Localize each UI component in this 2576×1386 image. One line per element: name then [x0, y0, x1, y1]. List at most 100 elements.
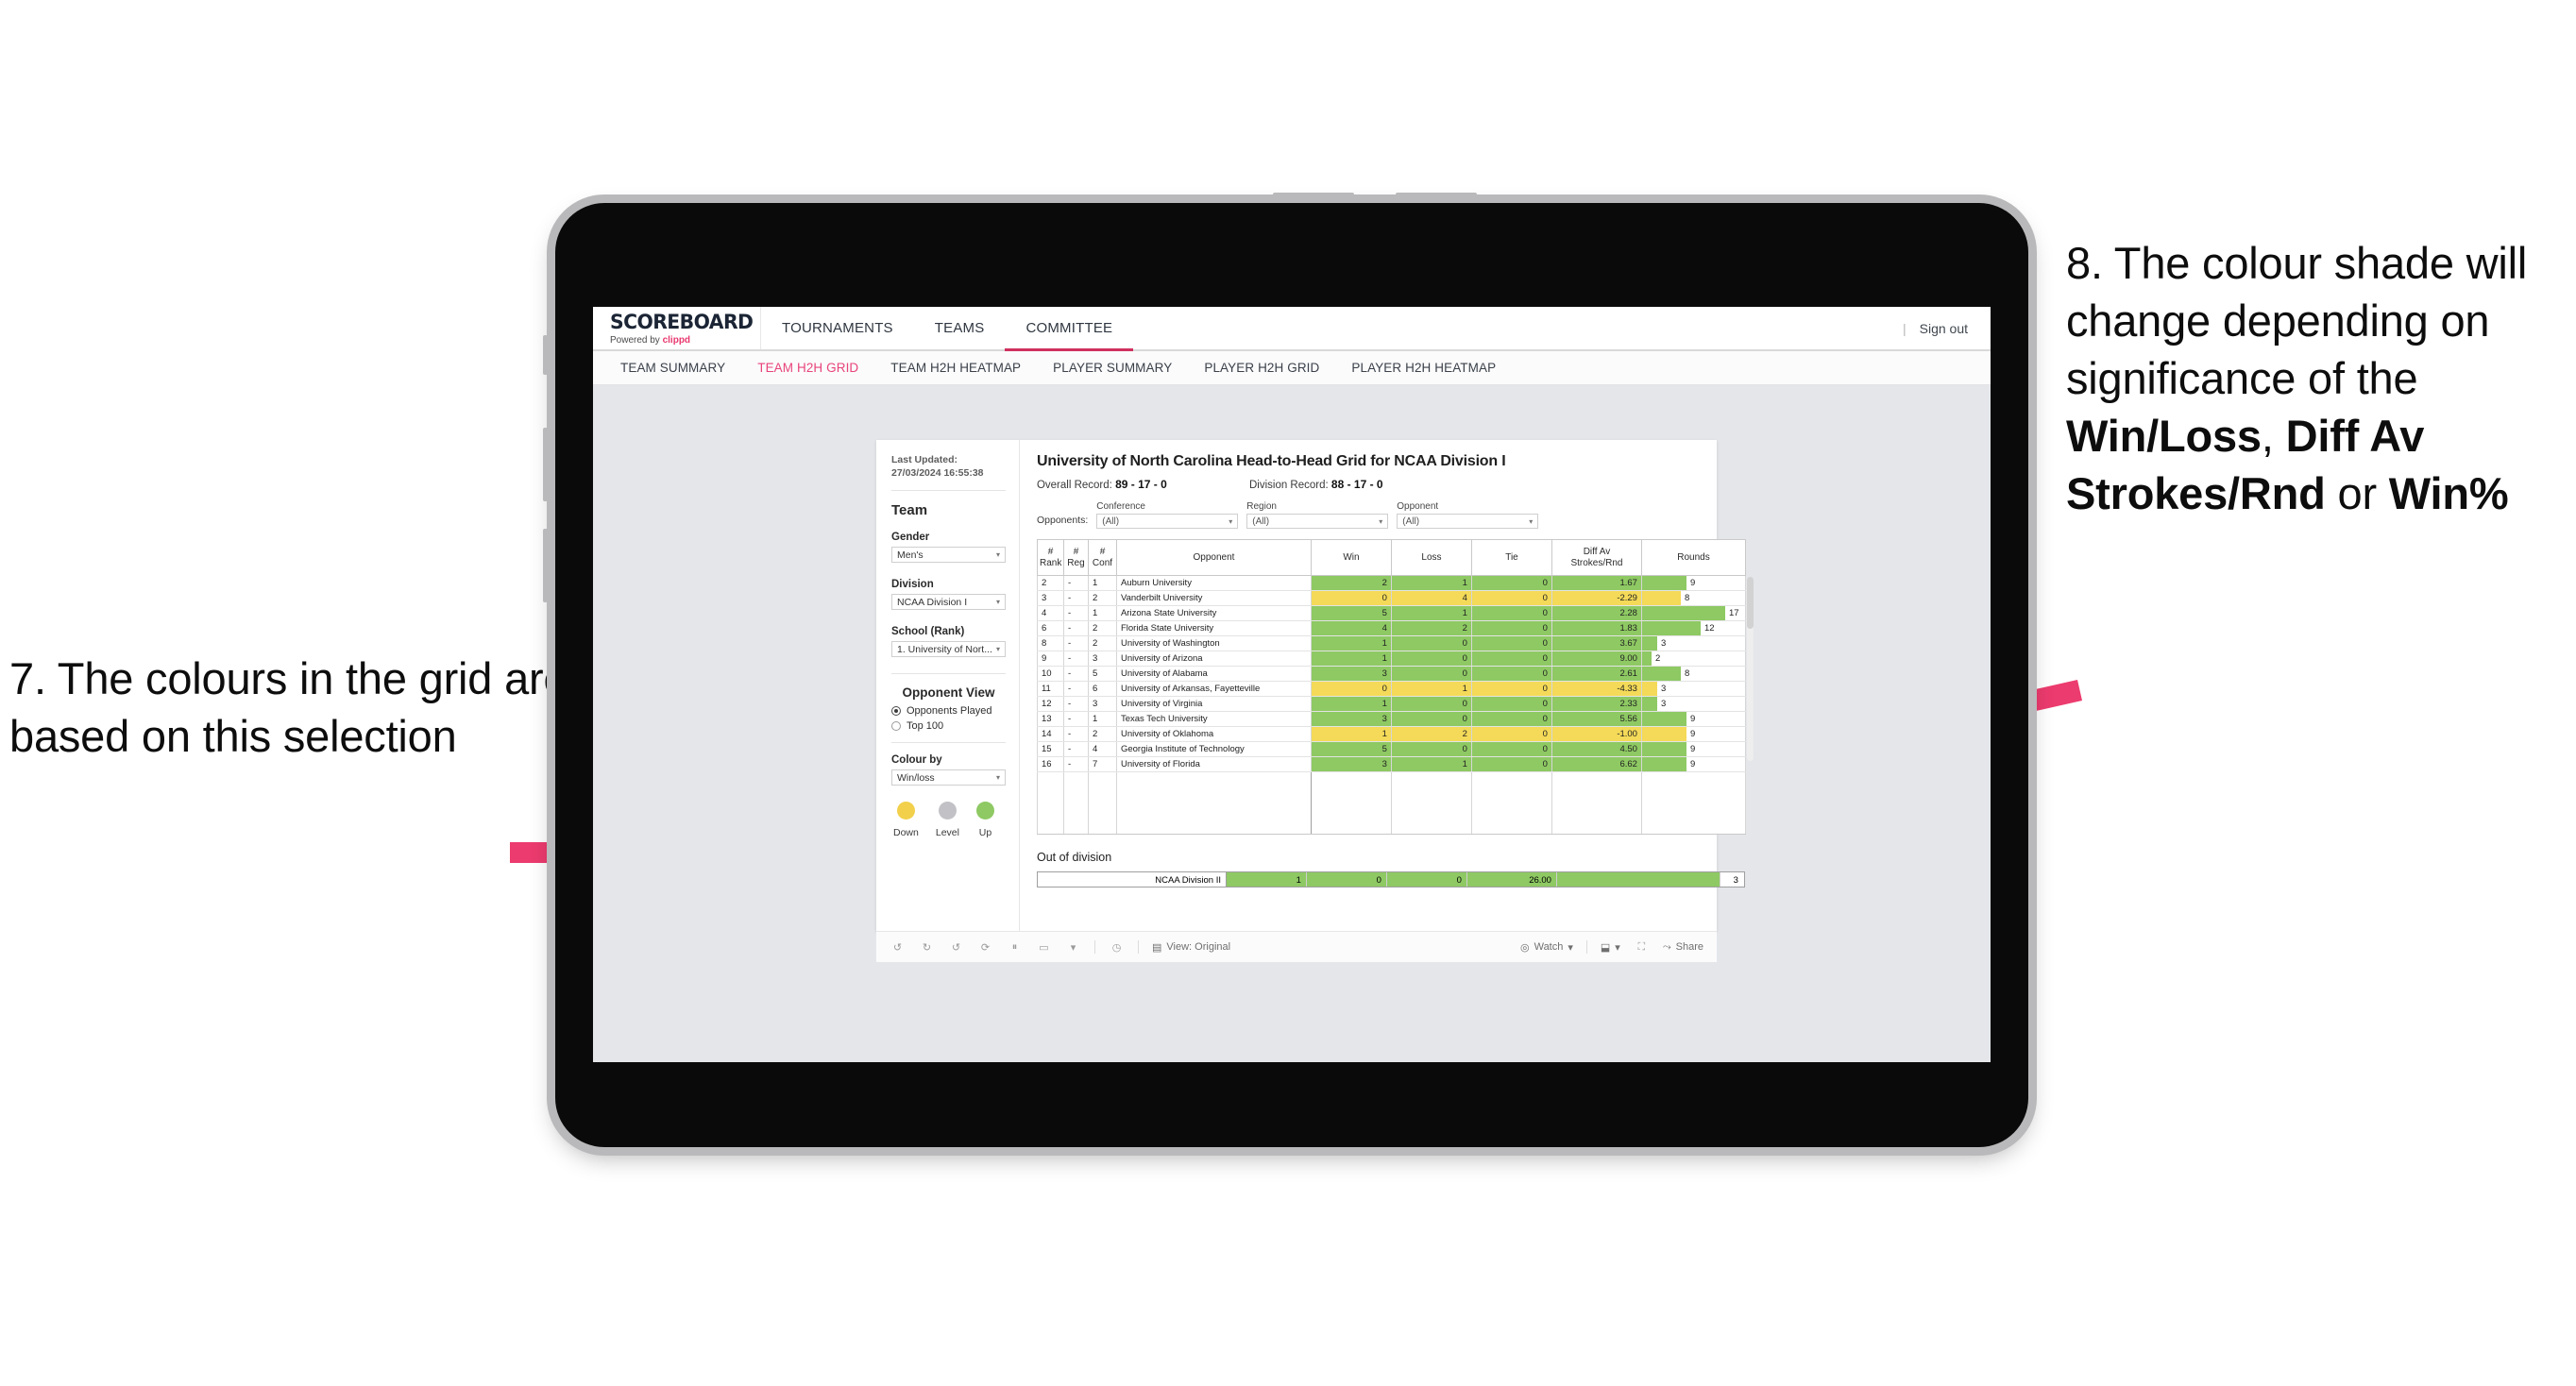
rounds-bar — [1642, 682, 1657, 696]
brand-powered-prefix: Powered by — [610, 335, 663, 346]
cell-win: 3 — [1310, 756, 1392, 772]
radio-top-100[interactable]: Top 100 — [891, 720, 1006, 732]
cell-rounds: 3 — [1640, 681, 1746, 697]
filter-region-select[interactable]: (All) ▾ — [1246, 514, 1389, 529]
share-button[interactable]: ⤳ Share — [1663, 941, 1703, 954]
col-win[interactable]: Win — [1310, 539, 1392, 576]
col-rank[interactable]: # Rank — [1036, 539, 1064, 576]
cell-loss: 0 — [1390, 741, 1472, 757]
zoom-icon[interactable]: ▭ — [1036, 939, 1052, 955]
signout-link[interactable]: Sign out — [1920, 321, 1968, 336]
cell-reg: - — [1062, 666, 1089, 682]
scrollbar-thumb[interactable] — [1746, 577, 1754, 629]
table-row[interactable]: 9-3 University of Arizona 1 0 0 9.00 2 — [1036, 651, 1746, 667]
cell-opponent: University of Arizona — [1115, 651, 1312, 667]
table-row[interactable]: 15-4 Georgia Institute of Technology 5 0 0 4.… — [1036, 741, 1746, 757]
col-tie[interactable]: Tie — [1470, 539, 1552, 576]
tab-team-h2h-heatmap[interactable]: TEAM H2H HEATMAP — [874, 361, 1037, 375]
table-row[interactable]: 16-7 University of Florida 3 1 0 6.62 9 — [1036, 756, 1746, 772]
tab-player-summary[interactable]: PLAYER SUMMARY — [1037, 361, 1188, 375]
undo-icon[interactable]: ↺ — [890, 939, 906, 955]
table-row[interactable]: 12-3 University of Virginia 1 0 0 2.33 3 — [1036, 696, 1746, 712]
help-icon[interactable]: ◷ — [1109, 939, 1125, 955]
cell-rank: 10 — [1036, 666, 1064, 682]
cell-reg: - — [1062, 756, 1089, 772]
filter-conference-label: Conference — [1096, 501, 1145, 512]
table-row[interactable]: 2-1 Auburn University 2 1 0 1.67 9 — [1036, 575, 1746, 591]
rounds-bar — [1642, 667, 1681, 681]
dropdown-caret-icon[interactable]: ▾ — [1065, 939, 1081, 955]
share-icon: ⤳ — [1662, 940, 1671, 953]
tab-team-summary[interactable]: TEAM SUMMARY — [604, 361, 741, 375]
cell-diff-av-strokes: 4.50 — [1551, 741, 1642, 757]
filler-cell — [1062, 771, 1089, 835]
revert-icon[interactable]: ↺ — [948, 939, 964, 955]
download-button[interactable]: ⬓ ▾ — [1601, 941, 1620, 954]
toolbar-divider — [1094, 940, 1095, 954]
table-row[interactable]: 3-2 Vanderbilt University 0 4 0 -2.29 8 — [1036, 590, 1746, 606]
col-loss[interactable]: Loss — [1390, 539, 1472, 576]
gender-select[interactable]: Men's ▾ — [891, 547, 1006, 564]
rounds-bar — [1642, 727, 1686, 741]
tab-player-h2h-grid[interactable]: PLAYER H2H GRID — [1188, 361, 1335, 375]
ood-rounds-value: 3 — [1733, 875, 1738, 886]
division-select[interactable]: NCAA Division I ▾ — [891, 594, 1006, 611]
col-rounds[interactable]: Rounds — [1640, 539, 1746, 576]
topnav-item-committee[interactable]: COMMITTEE — [1005, 307, 1134, 351]
table-row[interactable]: 8-2 University of Washington 1 0 0 3.67 3 — [1036, 635, 1746, 651]
cell-win: 0 — [1310, 590, 1392, 606]
watch-button[interactable]: ◎ Watch ▾ — [1520, 941, 1573, 954]
fullscreen-icon[interactable]: ⛶ — [1634, 939, 1650, 955]
table-row[interactable]: 6-2 Florida State University 4 2 0 1.83 12 — [1036, 620, 1746, 636]
annotation-8: 8. The colour shade will change dependin… — [2066, 234, 2576, 522]
cell-conf: 2 — [1087, 726, 1117, 742]
rounds-value: 9 — [1689, 578, 1696, 588]
col-conf[interactable]: # Conf — [1087, 539, 1117, 576]
h2h-table-head: # Rank # Reg # Conf Opponent Win Loss Tie D… — [1036, 539, 1746, 576]
tab-team-h2h-grid[interactable]: TEAM H2H GRID — [741, 361, 874, 375]
chevron-down-icon: ▾ — [995, 773, 1000, 783]
rounds-bar — [1642, 697, 1657, 711]
col-opponent[interactable]: Opponent — [1115, 539, 1312, 576]
rounds-value: 2 — [1654, 653, 1661, 664]
table-row[interactable]: 4-1 Arizona State University 5 1 0 2.28 17 — [1036, 605, 1746, 621]
school-select[interactable]: 1. University of Nort... ▾ — [891, 641, 1006, 658]
chevron-down-icon: ▾ — [995, 645, 1000, 654]
cell-opponent: University of Alabama — [1115, 666, 1312, 682]
overall-record: Overall Record: 89 - 17 - 0 — [1037, 478, 1249, 491]
cell-rank: 13 — [1036, 711, 1064, 727]
pause-icon[interactable]: ⏸ — [1007, 939, 1023, 955]
table-row[interactable]: 11-6 University of Arkansas, Fayetteville… — [1036, 681, 1746, 697]
topnav-item-tournaments[interactable]: TOURNAMENTS — [761, 307, 914, 349]
filter-opponent-select[interactable]: (All) ▾ — [1397, 514, 1539, 529]
topnav-item-teams[interactable]: TEAMS — [914, 307, 1006, 349]
cell-opponent: Auburn University — [1115, 575, 1312, 591]
legend-label-down: Down — [893, 827, 919, 839]
tab-player-h2h-heatmap[interactable]: PLAYER H2H HEATMAP — [1335, 361, 1512, 375]
view-original-button[interactable]: ▤ View: Original — [1152, 941, 1230, 954]
table-vertical-scrollbar[interactable] — [1746, 577, 1754, 761]
viz-bottom-toolbar: ↺ ↻ ↺ ⟳ ⏸ ▭ ▾ ◷ ▤ View: Original ◎ Watch… — [876, 931, 1717, 962]
cell-reg: - — [1062, 726, 1089, 742]
division-record: Division Record: 88 - 17 - 0 — [1249, 478, 1462, 491]
cell-conf: 3 — [1087, 696, 1117, 712]
filter-conference-value: (All) — [1102, 516, 1120, 527]
cell-tie: 0 — [1470, 726, 1552, 742]
col-diff-av-strokes[interactable]: Diff Av Strokes/Rnd — [1551, 539, 1642, 576]
download-icon: ⬓ — [1600, 941, 1611, 954]
cell-reg: - — [1062, 741, 1089, 757]
table-row[interactable]: 10-5 University of Alabama 3 0 0 2.61 8 — [1036, 666, 1746, 682]
cell-rounds: 8 — [1640, 666, 1746, 682]
table-row[interactable]: 14-2 University of Oklahoma 1 2 0 -1.00 9 — [1036, 726, 1746, 742]
overall-record-value: 89 - 17 - 0 — [1115, 478, 1167, 491]
radio-opponents-played[interactable]: Opponents Played — [891, 705, 1006, 717]
col-reg[interactable]: # Reg — [1062, 539, 1089, 576]
rounds-value: 3 — [1660, 699, 1667, 709]
table-row[interactable]: 13-1 Texas Tech University 3 0 0 5.56 9 — [1036, 711, 1746, 727]
cell-opponent: University of Virginia — [1115, 696, 1312, 712]
filter-conference-select[interactable]: (All) ▾ — [1096, 514, 1239, 529]
cell-rank: 4 — [1036, 605, 1064, 621]
refresh-icon[interactable]: ⟳ — [977, 939, 993, 955]
redo-icon[interactable]: ↻ — [919, 939, 935, 955]
colour-by-select[interactable]: Win/loss ▾ — [891, 769, 1006, 786]
